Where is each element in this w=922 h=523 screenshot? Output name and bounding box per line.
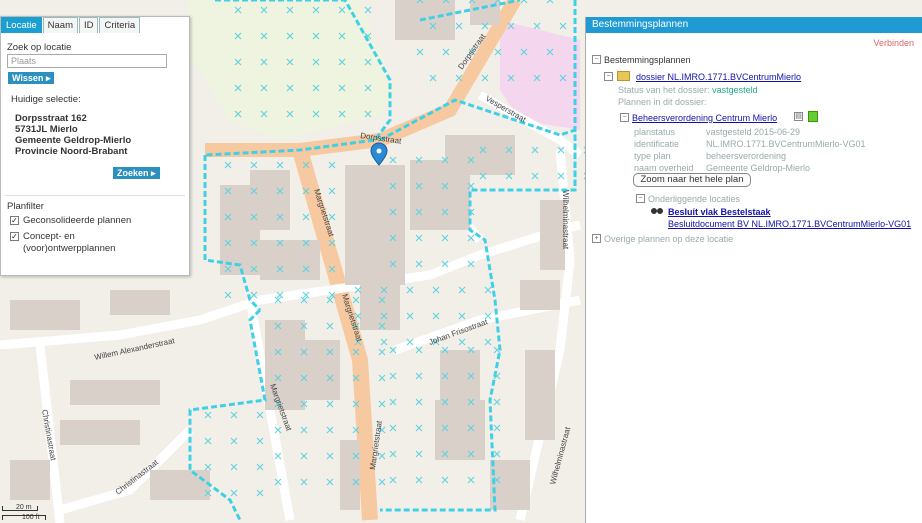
filter-concept-checkbox[interactable]: ✓ bbox=[10, 232, 19, 241]
tree-expand-icon[interactable]: + bbox=[592, 234, 601, 243]
tab-id[interactable]: ID bbox=[78, 17, 99, 33]
panel-title: Bestemmingsplannen bbox=[586, 17, 922, 33]
clear-button[interactable]: Wissen ▸ bbox=[8, 72, 55, 84]
filter-label: Concept- en bbox=[23, 231, 75, 242]
sub-item-link[interactable]: Besluitdocument BV NL.IMRO.1771.BVCentru… bbox=[668, 219, 911, 229]
address-line: Gemeente Geldrop-Mierlo bbox=[15, 135, 132, 146]
detail-key: identificatie bbox=[634, 139, 680, 149]
map-layer-icon[interactable] bbox=[808, 111, 818, 122]
zoom-to-plan-button[interactable]: Zoom naar het hele plan bbox=[633, 173, 751, 187]
divider bbox=[5, 195, 185, 196]
detail-key: naam overheid bbox=[634, 163, 694, 173]
dossier-link[interactable]: dossier NL.IMRO.1771.BVCentrumMierlo bbox=[636, 72, 801, 82]
scale-metric: 20 m bbox=[16, 504, 32, 511]
tree-collapse-icon[interactable]: − bbox=[636, 194, 645, 203]
search-label: Zoek op locatie bbox=[7, 42, 72, 53]
tree-root: Bestemmingsplannen bbox=[604, 55, 691, 65]
tree-collapse-icon[interactable]: − bbox=[604, 72, 613, 81]
plans-panel: Bestemmingsplannen Verbinden − Bestemmin… bbox=[585, 17, 922, 523]
document-icon[interactable]: ▤ bbox=[794, 112, 803, 121]
other-plans-link[interactable]: Overige plannen op deze locatie bbox=[604, 234, 733, 244]
plans-label: Plannen in dit dossier: bbox=[618, 97, 707, 107]
search-tabs: Locatie Naam ID Criteria bbox=[1, 17, 141, 33]
tree-collapse-icon[interactable]: − bbox=[592, 55, 601, 64]
planfilter-label: Planfilter bbox=[7, 201, 44, 212]
sublevel-label: Onderliggende locaties bbox=[648, 194, 741, 204]
tab-criteria[interactable]: Criteria bbox=[99, 17, 141, 33]
filter-label: Geconsolideerde plannen bbox=[23, 215, 132, 226]
tab-locatie[interactable]: Locatie bbox=[1, 17, 42, 33]
detail-value: NL.IMRO.1771.BVCentrumMierlo-VG01 bbox=[706, 139, 866, 149]
binoculars-icon bbox=[650, 207, 664, 215]
address-line: Dorpsstraat 162 bbox=[15, 113, 87, 124]
selection-label: Huidige selectie: bbox=[11, 94, 81, 105]
street-label: Wilhelminastraat bbox=[561, 190, 570, 250]
location-search-input[interactable]: Plaats bbox=[7, 54, 167, 68]
filter-geconsolideerd-checkbox[interactable]: ✓ bbox=[10, 216, 19, 225]
address-line: Provincie Noord-Brabant bbox=[15, 146, 128, 157]
detail-value: vastgesteld 2015-06-29 bbox=[706, 127, 801, 137]
search-panel: Locatie Naam ID Criteria Zoek op locatie… bbox=[0, 16, 190, 276]
address-line: 5731JL Mierlo bbox=[15, 124, 78, 135]
detail-key: type plan bbox=[634, 151, 671, 161]
scale-bar: 20 m 100 ft bbox=[0, 504, 60, 523]
tab-naam[interactable]: Naam bbox=[42, 17, 78, 33]
search-button[interactable]: Zoeken ▸ bbox=[113, 167, 160, 179]
detail-key: planstatus bbox=[634, 127, 676, 137]
plan-title-link[interactable]: Beheersverordening Centrum Mierlo bbox=[632, 113, 777, 123]
detail-value: beheersverordening bbox=[706, 151, 787, 161]
sub-item-link[interactable]: Besluit vlak Bestelstaak bbox=[668, 207, 771, 217]
folder-icon bbox=[617, 71, 630, 81]
tree-collapse-icon[interactable]: − bbox=[620, 113, 629, 122]
detail-value: Gemeente Geldrop-Mierlo bbox=[706, 163, 811, 173]
status-label: Status van het dossier: vastgesteld bbox=[618, 85, 758, 95]
connect-link[interactable]: Verbinden bbox=[873, 38, 914, 48]
filter-label: (voor)ontwerpplannen bbox=[23, 243, 116, 254]
scale-imperial: 100 ft bbox=[22, 514, 40, 521]
